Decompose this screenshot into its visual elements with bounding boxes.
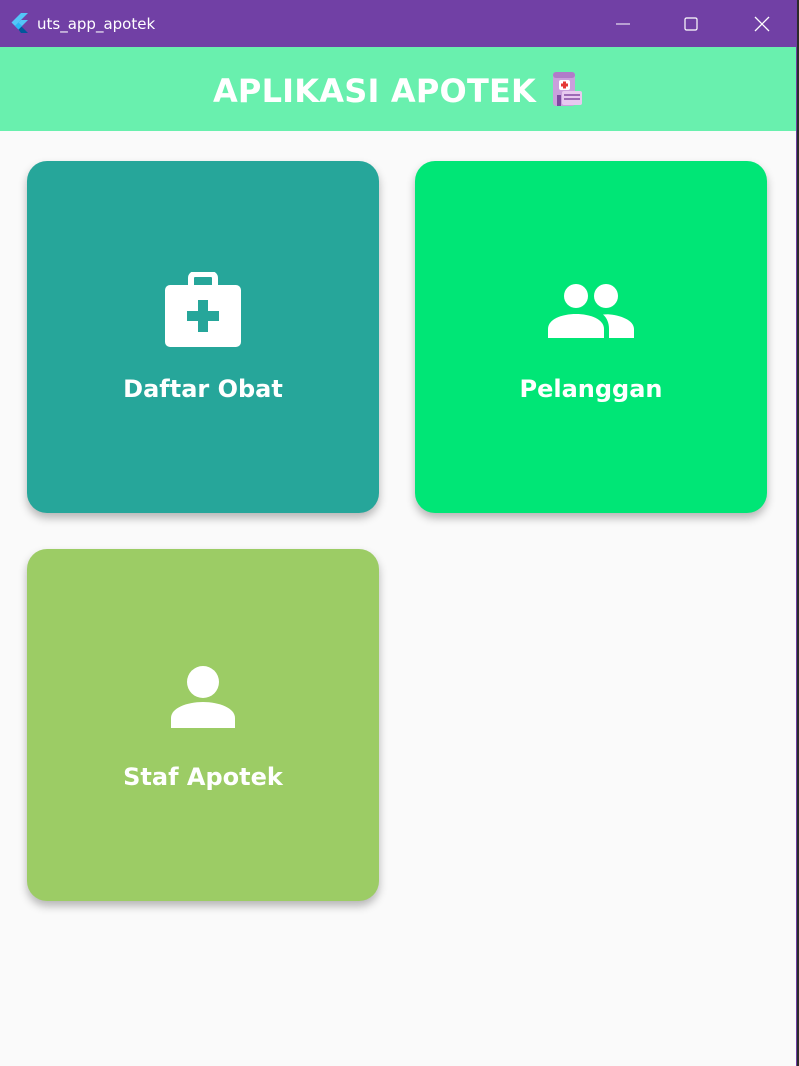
app-window: uts_app_apotek APLIKASI APOTEK Daftar Ob… bbox=[0, 0, 797, 1066]
title-bar[interactable]: uts_app_apotek bbox=[0, 0, 796, 47]
flutter-logo-icon bbox=[11, 13, 28, 33]
app-bar: APLIKASI APOTEK bbox=[0, 47, 796, 131]
people-icon bbox=[548, 284, 634, 338]
menu-tile-daftar-obat[interactable]: Daftar Obat bbox=[27, 161, 379, 513]
pharmacy-emoji-icon bbox=[553, 72, 583, 106]
maximize-button[interactable] bbox=[656, 0, 726, 47]
tile-label: Staf Apotek bbox=[123, 763, 283, 791]
tile-label: Pelanggan bbox=[519, 375, 663, 403]
tile-label: Daftar Obat bbox=[123, 375, 283, 403]
minimize-icon bbox=[616, 23, 630, 24]
minimize-button[interactable] bbox=[588, 0, 658, 47]
person-icon bbox=[171, 666, 235, 728]
app-bar-title-text: APLIKASI APOTEK bbox=[212, 72, 537, 110]
medical-kit-icon bbox=[165, 272, 241, 347]
close-icon bbox=[754, 16, 770, 31]
app-bar-title: APLIKASI APOTEK bbox=[0, 71, 796, 110]
close-button[interactable] bbox=[727, 0, 796, 47]
menu-tile-pelanggan[interactable]: Pelanggan bbox=[415, 161, 767, 513]
maximize-icon bbox=[684, 16, 698, 31]
menu-tile-staf-apotek[interactable]: Staf Apotek bbox=[27, 549, 379, 901]
window-title: uts_app_apotek bbox=[37, 15, 156, 33]
